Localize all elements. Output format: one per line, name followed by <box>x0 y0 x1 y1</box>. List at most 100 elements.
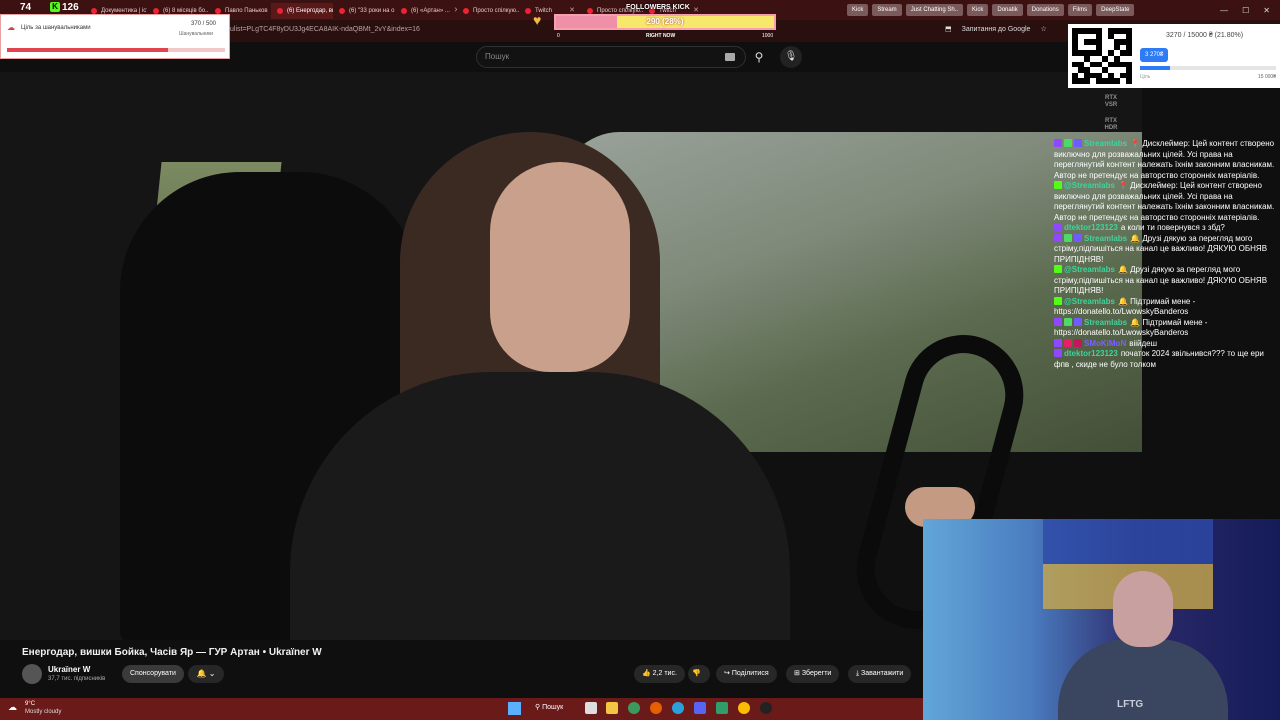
chat-badge-icon <box>1064 338 1072 347</box>
share-icon: ↪ <box>724 670 732 677</box>
edge-icon[interactable] <box>628 702 640 714</box>
like-button[interactable]: 👍 2,2 тис. <box>634 665 685 683</box>
video-title: Енергодар, вишки Бойка, Часів Яр — ГУР А… <box>22 647 322 658</box>
weather-description[interactable]: Mostly cloudy <box>25 709 61 715</box>
taskbar-search[interactable]: ⚲ Пошук <box>535 703 563 711</box>
download-button[interactable]: ⤓ Завантажити <box>848 665 912 683</box>
chrome-icon[interactable] <box>738 702 750 714</box>
donation-progress-text: 3270 / 15000 ₴ (21.80%) <box>1166 32 1244 39</box>
chat-username[interactable]: @Streamlabs <box>1064 297 1115 306</box>
bookmark-item[interactable]: Donations <box>1026 4 1064 16</box>
tab-favicon-icon <box>277 8 283 14</box>
dislike-button[interactable]: 👎 <box>688 665 710 683</box>
chat-message: @Streamlabs 🔔 Підтримай мене - https://do… <box>1054 296 1276 318</box>
browser-tab[interactable]: (6) «Артан» ... ✕ <box>395 3 457 19</box>
chat-badge-icon <box>1074 233 1082 242</box>
chat-badge-icon <box>1054 296 1062 305</box>
chat-username[interactable]: dtektor123123 <box>1064 349 1118 358</box>
webcam-shirt-text: LFTG <box>1117 699 1144 710</box>
followers-kick-title: FOLLOWERS KICK <box>626 4 690 11</box>
obs-icon[interactable] <box>760 702 772 714</box>
bookmark-item[interactable]: Kick <box>967 4 989 16</box>
minimize-icon[interactable]: — <box>1220 6 1228 15</box>
screen: { "browser": { "tabs": [ {"label": "Доку… <box>0 0 1280 720</box>
search-placeholder: Пошук <box>485 52 510 61</box>
weather-temperature[interactable]: 9°C <box>25 701 35 707</box>
channel-subscribers: 37,7 тис. підписників <box>48 676 106 682</box>
search-button[interactable]: ⚲ <box>748 46 770 68</box>
chat-message: @Streamlabs 📍 Дисклеймер: Цей контент ств… <box>1054 181 1276 223</box>
share-button[interactable]: ↪ Поділитися <box>716 665 777 683</box>
download-label: Завантажити <box>861 670 904 677</box>
chat-message: Streamlabs 🔔 Підтримай мене - https://don… <box>1054 317 1276 339</box>
chat-text: віійдеш <box>1129 338 1158 348</box>
telegram-icon[interactable] <box>672 702 684 714</box>
chat-badge-icon <box>1054 265 1062 273</box>
bookmark-list: Kick Stream Just Chatting Sh.. Kick Donatik D… <box>845 4 1136 16</box>
app-icon[interactable] <box>716 702 728 714</box>
bookmark-item[interactable]: Stream <box>872 4 902 16</box>
keyboard-icon[interactable] <box>725 53 735 61</box>
donation-min-label: Ціль <box>1140 74 1151 80</box>
chat-badge-icon <box>1054 139 1062 147</box>
close-window-icon[interactable]: ✕ <box>1263 6 1270 15</box>
windows-start-icon[interactable] <box>508 702 521 715</box>
maximize-icon[interactable]: ☐ <box>1242 6 1249 15</box>
bookmark-item[interactable]: DeepState <box>1096 4 1135 16</box>
chat-username[interactable]: Streamlabs <box>1084 139 1127 148</box>
weather-icon: ☁ <box>8 702 17 712</box>
bookmark-star-icon[interactable]: ☆ <box>1040 25 1046 33</box>
discord-icon[interactable] <box>694 702 706 714</box>
qr-cell <box>1126 78 1132 84</box>
google-question-button[interactable]: Запитання до Google <box>962 26 1031 33</box>
taskbar-search-label: Пошук <box>542 704 564 711</box>
sponsor-button[interactable]: Спонсорувати <box>122 665 184 683</box>
goal-sublabel: Шанувальники <box>179 31 214 37</box>
chat-username[interactable]: SMoKiMoN <box>1084 339 1126 348</box>
chat-badge-icon <box>1074 317 1082 326</box>
donation-max-label: 15 000₴ <box>1257 74 1276 80</box>
chat-message: @Streamlabs 🔔 Друзі дякую за перегляд мог… <box>1054 265 1276 297</box>
bookmark-item[interactable]: Films <box>1067 4 1093 16</box>
goal-icon: ☁ <box>7 23 15 32</box>
bookmark-item[interactable]: Donatik <box>992 4 1023 16</box>
chat-badge-icon <box>1054 338 1062 347</box>
chat-username[interactable]: Streamlabs <box>1084 234 1127 243</box>
chat-badge-icon <box>1074 139 1082 147</box>
webcam-overlay: LFTG <box>923 519 1280 720</box>
task-view-icon[interactable] <box>585 702 597 714</box>
chat-username[interactable]: Streamlabs <box>1084 318 1127 327</box>
save-button[interactable]: ⊞ Зберегти <box>786 665 840 683</box>
like-count: 2,2 тис. <box>652 670 677 677</box>
url-text[interactable]: ulist=PLgTC4F8yDU3Jg4ECA8AIK-ndaQBMt_2vY… <box>230 26 420 33</box>
save-icon: ⊞ <box>794 670 802 677</box>
chat-badge-icon <box>1064 317 1072 326</box>
voice-search-button[interactable]: 🎙 <box>780 46 802 68</box>
browser-tab[interactable]: (6) Енергодар, ви...✕ <box>271 3 333 19</box>
bookmark-item[interactable]: Kick <box>847 4 869 16</box>
chat-username[interactable]: dtektor123123 <box>1064 223 1118 232</box>
notifications-button[interactable]: 🔔 ⌄ <box>188 665 224 683</box>
browser-tab[interactable]: (6) "33 роки на о...✕ <box>333 3 395 19</box>
chat-badge-icon <box>1054 349 1062 357</box>
share-label: Поділитися <box>731 670 769 677</box>
chat-username[interactable]: @Streamlabs <box>1064 181 1115 190</box>
file-explorer-icon[interactable] <box>606 702 618 714</box>
webcam-person-head <box>1113 571 1173 647</box>
tab-label: (6) "33 роки на о... <box>349 8 395 14</box>
bell-icon: 🔔 ⌄ <box>196 669 216 678</box>
search-input[interactable]: Пошук <box>476 46 746 68</box>
address-bar-actions: ⬒ Запитання до Google ☆ <box>945 25 1047 34</box>
channel-name[interactable]: Ukraїner W <box>48 665 90 674</box>
channel-avatar[interactable] <box>22 664 42 684</box>
firefox-icon[interactable] <box>650 702 662 714</box>
tab-label: (6) «Артан» ... <box>411 8 450 14</box>
chat-username[interactable]: @Streamlabs <box>1064 265 1115 274</box>
tab-favicon-icon <box>525 8 531 14</box>
follower-goal-widget: ☁ Ціль за шанувальниками 370 / 500 Шанув… <box>0 14 230 59</box>
bookmark-item[interactable]: Just Chatting Sh.. <box>905 4 964 16</box>
donation-progress-track <box>1140 66 1276 70</box>
browser-tab[interactable]: Просто спілкую...✕ <box>457 3 519 19</box>
donation-qr-code <box>1068 24 1136 88</box>
cast-icon[interactable]: ⬒ <box>945 25 952 33</box>
